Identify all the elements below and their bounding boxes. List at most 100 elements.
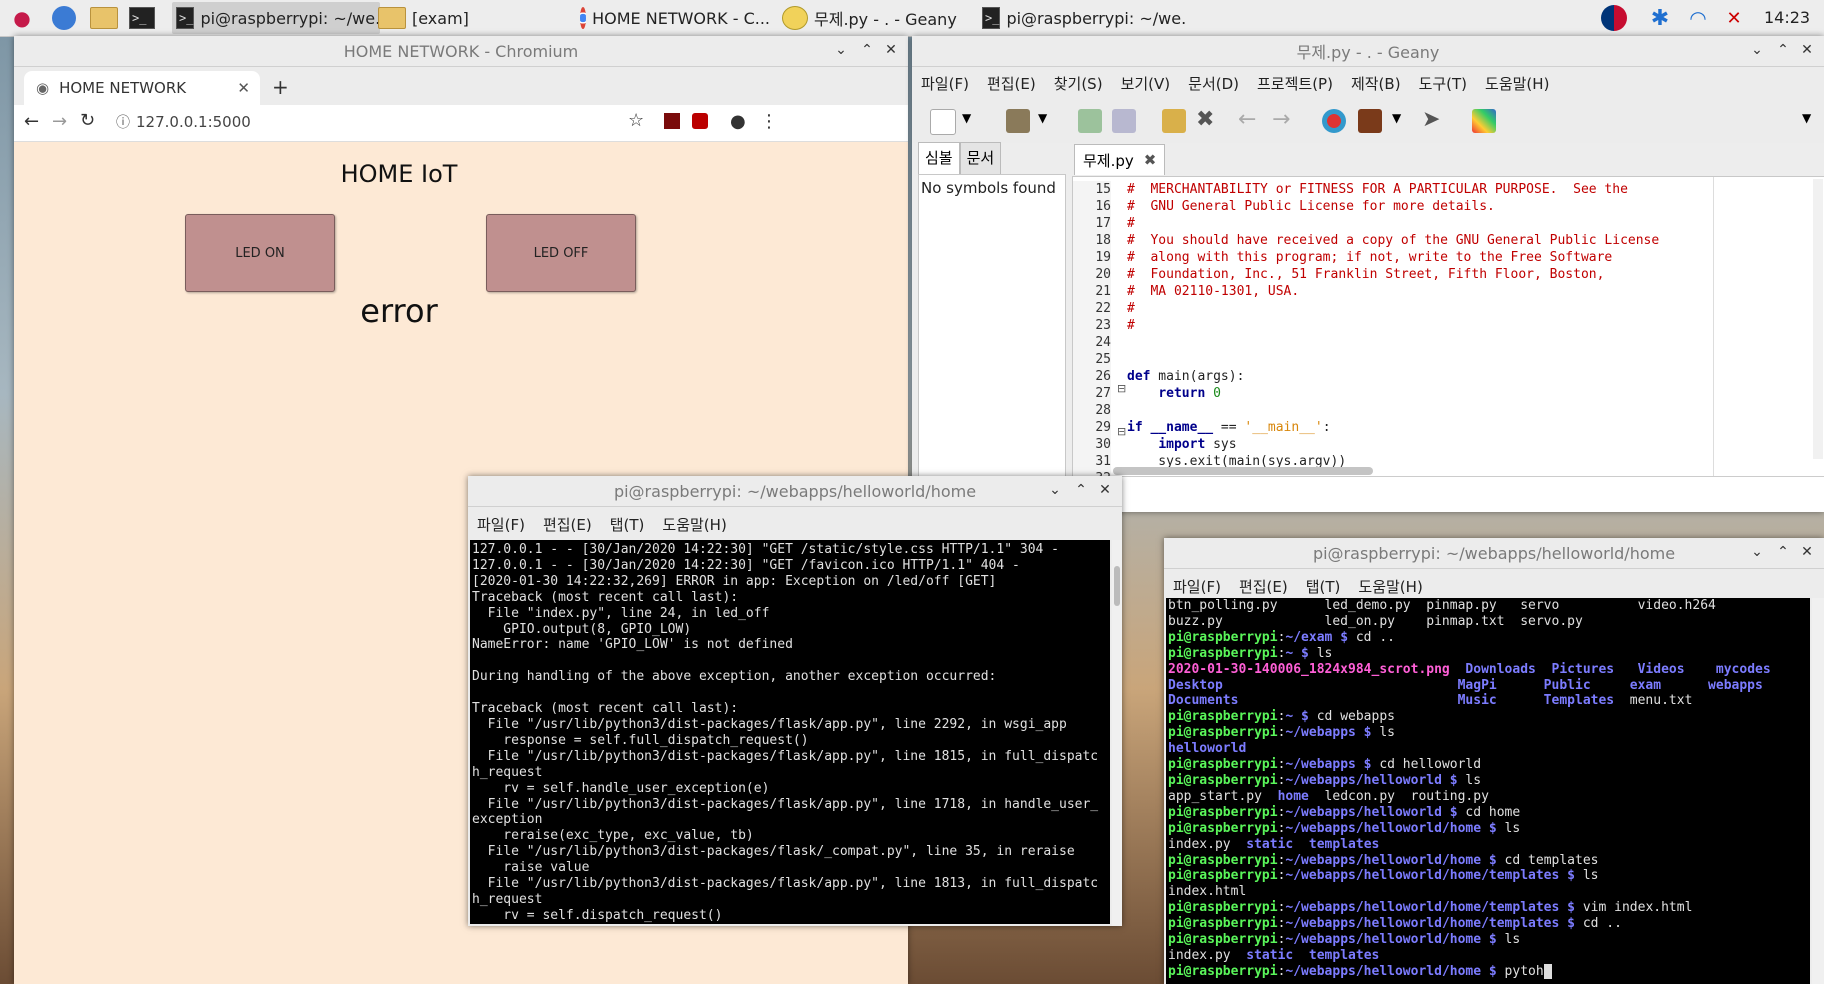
editor-vscrollbar[interactable] [1813, 179, 1823, 459]
ublock-icon[interactable] [692, 113, 708, 129]
maximize-icon[interactable]: ⌃ [1774, 42, 1792, 58]
maximize-icon[interactable]: ⌃ [1072, 482, 1090, 498]
tab-documents[interactable]: 문서 [959, 142, 1002, 174]
chevron-down-icon[interactable]: ▼ [1392, 111, 1401, 125]
terminal-line: btn_polling.py led_demo.py pinmap.py ser… [1168, 598, 1716, 613]
file-tab[interactable]: 무제.py ✖ [1074, 144, 1166, 175]
terminal-line: h_request [472, 891, 543, 907]
revert-icon[interactable] [1162, 109, 1186, 133]
open-file-icon[interactable] [1006, 109, 1030, 133]
menu-file[interactable]: 파일(F) [912, 73, 978, 94]
browser-launcher-icon[interactable] [50, 4, 78, 32]
terminal-line: exception [472, 812, 543, 828]
minimize-icon[interactable]: ⌄ [1748, 544, 1766, 560]
close-icon[interactable]: ✕ [1798, 544, 1816, 560]
compile-icon[interactable] [1322, 109, 1346, 133]
chevron-down-icon[interactable]: ▼ [1038, 111, 1047, 125]
terminal-line: index.py static templates [1168, 836, 1380, 852]
menu-search[interactable]: 찾기(S) [1045, 73, 1112, 94]
navigate-forward-icon[interactable]: → [1272, 107, 1290, 132]
taskbar-item-terminal-1[interactable]: >_ pi@raspberrypi: ~/we... [172, 2, 380, 34]
menu-document[interactable]: 문서(D) [1179, 73, 1248, 94]
terminal-line: rv = self.dispatch_request() [472, 907, 723, 923]
menu-edit[interactable]: 편집(E) [1230, 576, 1297, 597]
menu-tabs[interactable]: 탭(T) [601, 514, 654, 535]
new-file-icon[interactable] [930, 109, 956, 135]
browser-tab[interactable]: ◉ HOME NETWORK ✕ [24, 71, 260, 105]
fold-marker-icon[interactable]: ⊟ [1117, 425, 1126, 438]
color-chooser-icon[interactable] [1472, 109, 1496, 133]
file-manager-launcher-icon[interactable] [90, 4, 118, 32]
maximize-icon[interactable]: ⌃ [858, 42, 876, 58]
terminal-output[interactable]: 127.0.0.1 - - [30/Jan/2020 14:22:30] "GE… [470, 540, 1110, 924]
profile-icon[interactable]: ● [730, 111, 746, 132]
menu-file[interactable]: 파일(F) [468, 514, 534, 535]
save-all-icon[interactable] [1112, 109, 1136, 133]
execute-icon[interactable]: ➤ [1422, 107, 1440, 132]
save-icon[interactable] [1078, 109, 1102, 133]
menu-help[interactable]: 도움말(H) [1476, 73, 1558, 94]
info-icon[interactable]: ⓘ [116, 112, 130, 132]
editor-hscrollbar[interactable] [1113, 467, 1373, 475]
menu-dots-icon[interactable]: ⋮ [760, 111, 778, 132]
menu-build[interactable]: 제작(B) [1342, 73, 1410, 94]
close-icon[interactable]: ✕ [1798, 42, 1816, 58]
terminal-output[interactable]: btn_polling.py led_demo.py pinmap.py ser… [1166, 598, 1810, 984]
menu-view[interactable]: 보기(V) [1112, 73, 1180, 94]
close-icon[interactable]: ✕ [1096, 482, 1114, 498]
line-number-gutter: 15 16 17 18 19 20 21 22 23 24 25 26 27 2… [1073, 181, 1111, 487]
file-tab-close-icon[interactable]: ✖ [1144, 151, 1157, 169]
terminal-launcher-icon[interactable]: >_ [128, 4, 156, 32]
minimize-icon[interactable]: ⌄ [1046, 482, 1064, 498]
menu-edit[interactable]: 편집(E) [978, 73, 1045, 94]
led-off-button[interactable]: LED OFF [486, 214, 636, 292]
toolbar-overflow-icon[interactable]: ▼ [1802, 111, 1811, 125]
raspberry-menu-icon[interactable]: ● [8, 4, 36, 32]
wifi-icon[interactable]: ◠ [1684, 4, 1712, 32]
close-icon[interactable]: ✕ [882, 42, 900, 58]
new-tab-icon[interactable]: + [272, 75, 289, 99]
bookmark-star-icon[interactable]: ☆ [628, 110, 644, 131]
bluetooth-icon[interactable]: ✱ [1646, 4, 1674, 32]
fold-marker-icon[interactable]: ⊟ [1117, 382, 1126, 395]
menu-project[interactable]: 프로젝트(P) [1248, 73, 1342, 94]
volume-muted-icon[interactable]: ✕ [1720, 4, 1748, 32]
menu-help[interactable]: 도움말(H) [1349, 576, 1431, 597]
menu-help[interactable]: 도움말(H) [653, 514, 735, 535]
led-on-button[interactable]: LED ON [185, 214, 335, 292]
extension-icon[interactable] [664, 113, 680, 129]
terminal-line: pi@raspberrypi:~/webapps/helloworld $ cd… [1168, 804, 1521, 820]
code-editor[interactable]: 15 16 17 18 19 20 21 22 23 24 25 26 27 2… [1072, 176, 1824, 487]
maximize-icon[interactable]: ⌃ [1774, 544, 1792, 560]
terminal-line: File "/usr/lib/python3/dist-packages/fla… [472, 844, 1075, 860]
terminal-line: NameError: name 'GPIO_LOW' is not define… [472, 637, 793, 653]
menu-edit[interactable]: 편집(E) [534, 514, 601, 535]
minimize-icon[interactable]: ⌄ [1748, 42, 1766, 58]
reload-icon[interactable]: ↻ [80, 110, 95, 131]
tab-close-icon[interactable]: ✕ [237, 79, 250, 97]
menu-tools[interactable]: 도구(T) [1410, 73, 1476, 94]
chevron-down-icon[interactable]: ▼ [962, 111, 971, 125]
build-icon[interactable] [1358, 109, 1382, 133]
tab-symbols[interactable]: 심볼 [918, 142, 960, 174]
message-panel: 닫음. [1072, 476, 1824, 512]
close-file-icon[interactable]: ✖ [1196, 107, 1214, 132]
menu-tabs[interactable]: 탭(T) [1297, 576, 1350, 597]
scrollbar-thumb[interactable] [1114, 566, 1120, 606]
taskbar-item-terminal-2[interactable]: >_ pi@raspberrypi: ~/we... [978, 2, 1186, 34]
terminal-scrollbar[interactable] [1812, 598, 1824, 984]
back-icon[interactable]: ← [24, 111, 39, 132]
page-heading: HOME IoT [340, 160, 458, 188]
taskbar-item-chromium[interactable]: HOME NETWORK - C... [576, 2, 774, 34]
language-indicator-icon[interactable] [1600, 4, 1628, 32]
menu-file[interactable]: 파일(F) [1164, 576, 1230, 597]
terminal-scrollbar[interactable] [1112, 540, 1122, 926]
address-bar[interactable]: 127.0.0.1:5000 [136, 113, 251, 131]
minimize-icon[interactable]: ⌄ [832, 42, 850, 58]
taskbar-item-geany[interactable]: 무제.py - . - Geany [778, 2, 986, 34]
taskbar-item-exam-folder[interactable]: [exam] [374, 2, 572, 34]
forward-icon[interactable]: → [52, 111, 67, 132]
terminal-line: pi@raspberrypi:~/exam $ cd .. [1168, 629, 1395, 645]
navigate-back-icon[interactable]: ← [1238, 107, 1256, 132]
terminal-line: pi@raspberrypi:~/webapps/helloworld $ ls [1168, 772, 1482, 788]
